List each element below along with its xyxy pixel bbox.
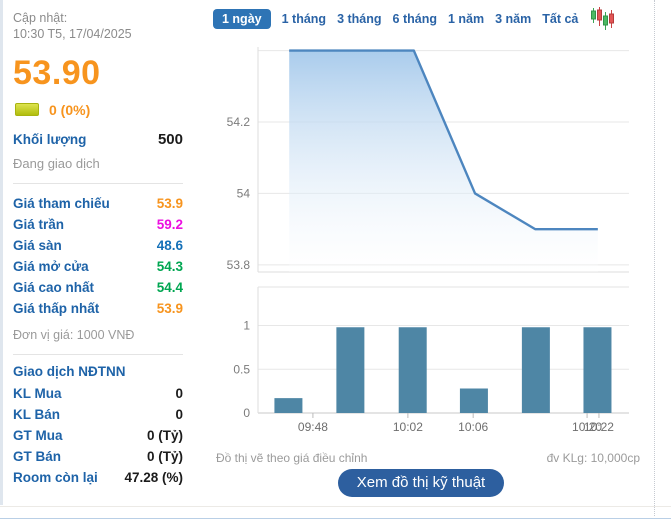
svg-text:0: 0 <box>243 406 250 420</box>
divider <box>13 354 183 355</box>
bottom-accent-line <box>0 518 671 519</box>
price-table-row: Giá sàn 48.6 <box>13 235 183 256</box>
last-updated-label: Cập nhật: <box>13 10 183 26</box>
volume-value: 500 <box>158 131 183 148</box>
session-status: Đang giao dịch <box>13 156 183 171</box>
foreign-table-value: 47.28 (%) <box>124 470 183 485</box>
price-change-row: 0 (0%) <box>15 102 183 118</box>
price-table-value: 59.2 <box>157 217 183 232</box>
bottom-divider <box>0 506 671 507</box>
foreign-table-value: 0 (Tỷ) <box>147 428 183 443</box>
candlestick-chart-icon[interactable] <box>591 7 615 30</box>
price-table-label: Giá thấp nhất <box>13 301 99 316</box>
svg-text:10:22: 10:22 <box>584 420 614 434</box>
price-table-row: Giá tham chiếu 53.9 <box>13 193 183 214</box>
svg-text:1: 1 <box>243 319 250 333</box>
tab-tất-cả[interactable]: Tất cả <box>542 9 578 29</box>
price-unit-note: Đơn vị giá: 1000 VNĐ <box>13 328 183 342</box>
last-updated-time: 10:30 T5, 17/04/2025 <box>13 26 183 42</box>
price-table-label: Giá tham chiếu <box>13 196 110 211</box>
tab-1-ngày[interactable]: 1 ngày <box>213 9 271 29</box>
volume-label: Khối lượng <box>13 132 86 147</box>
price-table: Giá tham chiếu 53.9 Giá trần 59.2 Giá sàn 48.… <box>13 193 183 319</box>
volume-row: Khối lượng 500 <box>13 128 183 152</box>
stock-quote-widget: Cập nhật: 10:30 T5, 17/04/2025 53.90 0 (… <box>0 0 671 520</box>
foreign-table-label: GT Mua <box>13 428 63 443</box>
foreign-section-title: Giao dịch NĐTNN <box>13 364 183 379</box>
tab-3-năm[interactable]: 3 năm <box>495 9 531 29</box>
foreign-table-row: Room còn lại 47.28 (%) <box>13 467 183 488</box>
price-table-label: Giá mở cửa <box>13 259 89 274</box>
price-table-row: Giá cao nhất 54.4 <box>13 277 183 298</box>
price-table-label: Giá cao nhất <box>13 280 94 295</box>
chart-footnotes: Đồ thị vẽ theo giá điều chỉnh đv KLg: 10… <box>216 451 640 465</box>
svg-text:10:02: 10:02 <box>393 420 423 434</box>
price-table-value: 54.3 <box>157 259 183 274</box>
foreign-table-row: GT Mua 0 (Tỷ) <box>13 425 183 446</box>
column-separator <box>654 0 655 516</box>
price-table-row: Giá mở cửa 54.3 <box>13 256 183 277</box>
last-updated: Cập nhật: 10:30 T5, 17/04/2025 <box>13 10 183 43</box>
foreign-table-row: GT Bán 0 (Tỷ) <box>13 446 183 467</box>
foreign-table-row: KL Bán 0 <box>13 404 183 425</box>
price-table-label: Giá trần <box>13 217 64 232</box>
reference-square-icon <box>15 103 39 116</box>
range-tabs: 1 ngày 1 tháng 3 tháng 6 tháng 1 năm 3 năm Tất… <box>213 7 615 30</box>
divider <box>13 183 183 184</box>
tab-1-tháng[interactable]: 1 tháng <box>282 9 326 29</box>
price-table-row: Giá thấp nhất 53.9 <box>13 298 183 319</box>
foreign-table-row: KL Mua 0 <box>13 383 183 404</box>
foreign-table-value: 0 <box>175 407 183 422</box>
price-change: 0 (0%) <box>49 102 90 118</box>
foreign-table-label: KL Bán <box>13 407 60 422</box>
svg-text:09:48: 09:48 <box>298 420 328 434</box>
adjusted-price-note: Đồ thị vẽ theo giá điều chỉnh <box>216 451 367 465</box>
technical-chart-button[interactable]: Xem đồ thị kỹ thuật <box>338 469 504 497</box>
foreign-table: KL Mua 0 KL Bán 0 GT Mua 0 (Tỷ) GT Bán 0 (Tỷ) Ro… <box>13 383 183 488</box>
volume-unit-note: đv KLg: 10,000cp <box>547 451 640 465</box>
stock-summary-panel: Cập nhật: 10:30 T5, 17/04/2025 53.90 0 (… <box>3 0 205 505</box>
tab-3-tháng[interactable]: 3 tháng <box>337 9 381 29</box>
price-table-label: Giá sàn <box>13 238 62 253</box>
price-table-value: 54.4 <box>157 280 183 295</box>
svg-text:0.5: 0.5 <box>233 362 250 376</box>
price-table-value: 53.9 <box>157 196 183 211</box>
foreign-table-label: KL Mua <box>13 386 62 401</box>
price-table-value: 53.9 <box>157 301 183 316</box>
foreign-table-label: Room còn lại <box>13 470 98 485</box>
price-chart: 54.2 54 53.8 <box>213 45 629 280</box>
foreign-table-value: 0 (Tỷ) <box>147 449 183 464</box>
foreign-table-value: 0 <box>175 386 183 401</box>
price-table-row: Giá trần 59.2 <box>13 214 183 235</box>
volume-chart: 10.5009:4810:0210:0610:2010:22 <box>213 284 629 441</box>
tab-1-năm[interactable]: 1 năm <box>448 9 484 29</box>
svg-text:54: 54 <box>237 186 251 200</box>
svg-text:54.2: 54.2 <box>227 115 251 129</box>
current-price: 53.90 <box>13 56 183 90</box>
tab-6-tháng[interactable]: 6 tháng <box>393 9 437 29</box>
foreign-table-label: GT Bán <box>13 449 61 464</box>
svg-text:10:06: 10:06 <box>458 420 488 434</box>
price-table-value: 48.6 <box>157 238 183 253</box>
svg-text:53.8: 53.8 <box>227 258 251 272</box>
